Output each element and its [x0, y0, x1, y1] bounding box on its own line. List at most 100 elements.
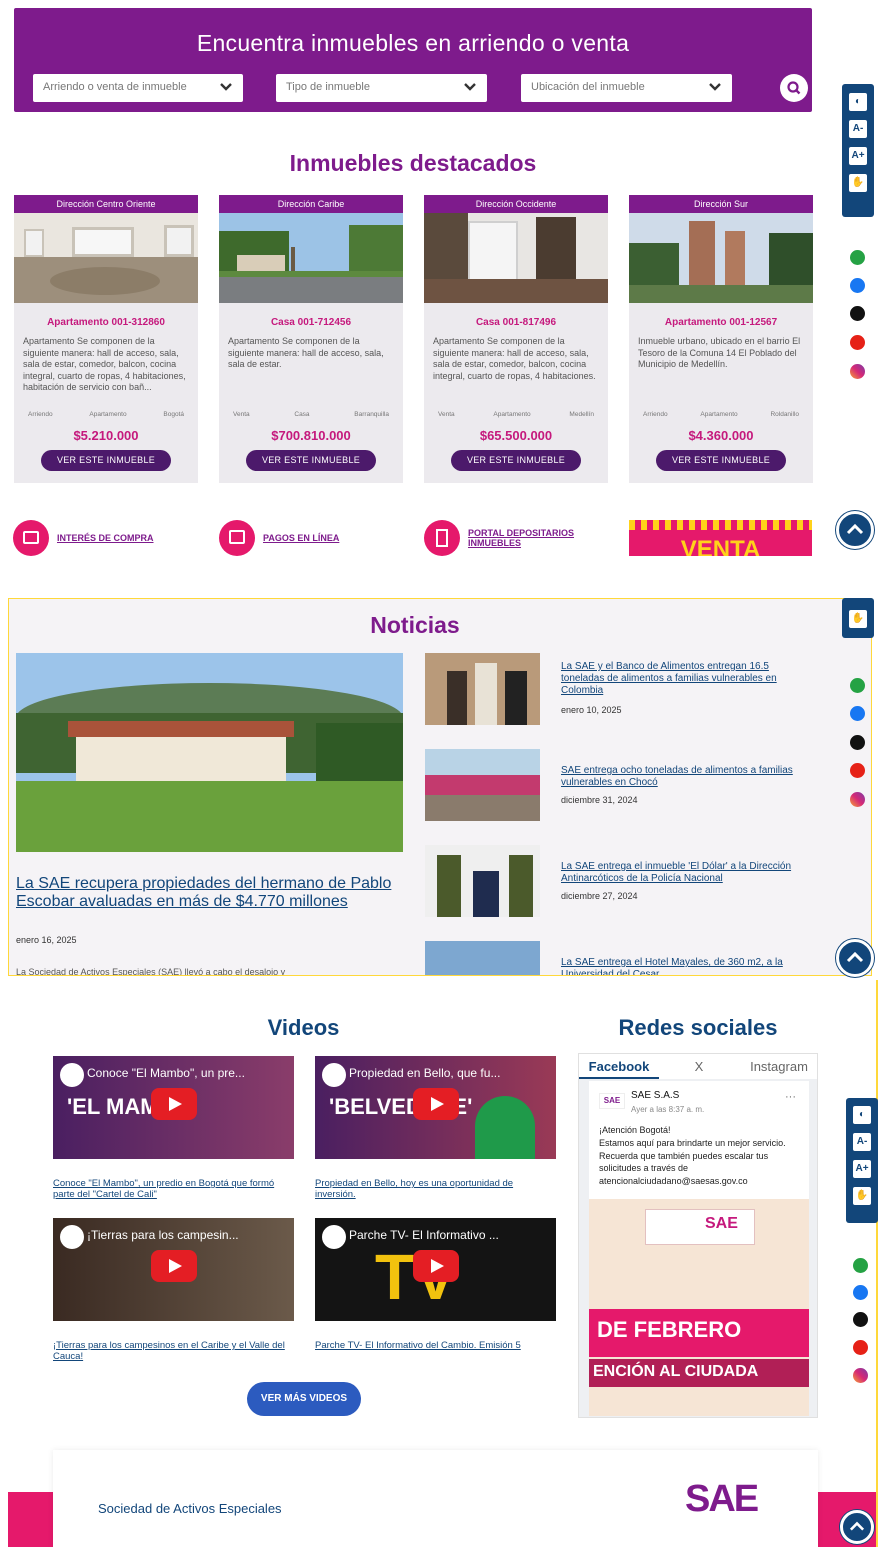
videos-title: Videos	[267, 1015, 340, 1040]
card-direction: Dirección Centro Oriente	[14, 195, 198, 213]
quicklink-portal[interactable]: PORTAL DEPOSITARIOS INMUEBLES	[424, 520, 588, 556]
tab-x[interactable]: X	[659, 1054, 739, 1079]
view-property-button[interactable]: VER ESTE INMUEBLE	[41, 450, 171, 471]
chevron-up-icon	[846, 951, 864, 963]
property-photo	[629, 213, 813, 303]
facebook-icon[interactable]	[850, 706, 865, 721]
news-thumb[interactable]	[425, 941, 540, 975]
card-title: Apartamento 001-312860	[47, 317, 165, 328]
card-direction: Dirección Caribe	[219, 195, 403, 213]
sale-banner[interactable]: VENTA	[629, 520, 812, 556]
property-card: Dirección Sur Apartamento 001-12567 Inmu…	[629, 195, 813, 483]
chevron-up-icon	[846, 523, 864, 535]
video-link[interactable]: Conoce "El Mambo", un predio en Bogotá q…	[53, 1178, 293, 1200]
tab-facebook[interactable]: Facebook	[579, 1054, 659, 1079]
video-thumbnail[interactable]: ¡Tierras para los campesin...	[53, 1218, 294, 1321]
building-icon	[424, 520, 460, 556]
view-property-button[interactable]: VER ESTE INMUEBLE	[656, 450, 786, 471]
news-thumb[interactable]	[425, 653, 540, 725]
card-price: $65.500.000	[479, 428, 553, 443]
whatsapp-icon[interactable]	[853, 1258, 868, 1273]
divider	[876, 980, 878, 1547]
main-news-link[interactable]: La SAE recupera propiedades del hermano …	[16, 875, 401, 911]
more-options-icon[interactable]: ···	[785, 1091, 796, 1103]
card-tags: Venta Apartamento Medellín	[438, 411, 594, 418]
news-thumb[interactable]	[425, 749, 540, 821]
facebook-icon[interactable]	[853, 1285, 868, 1300]
view-property-button[interactable]: VER ESTE INMUEBLE	[246, 450, 376, 471]
news-thumb[interactable]	[425, 845, 540, 917]
scroll-top-button[interactable]	[840, 1510, 874, 1544]
accessibility-toolbar: ◐ A- A+ ✋	[842, 84, 874, 217]
font-increase-button[interactable]: A+	[849, 147, 867, 165]
contrast-button[interactable]: ◐	[853, 1106, 871, 1124]
scroll-top-button[interactable]	[836, 939, 874, 977]
instagram-icon[interactable]	[850, 364, 865, 379]
main-news-photo[interactable]	[16, 653, 403, 852]
video-link[interactable]: Propiedad en Bello, hoy es una oportunid…	[315, 1178, 555, 1200]
card-price: $700.810.000	[271, 428, 351, 443]
instagram-icon[interactable]	[850, 792, 865, 807]
instagram-icon[interactable]	[853, 1368, 868, 1383]
news-date: diciembre 31, 2024	[561, 795, 638, 805]
card-description: Apartamento Se componen de la siguiente …	[433, 336, 596, 381]
featured-title: Inmuebles destacados	[289, 150, 537, 176]
facebook-post: SAE SAE S.A.S Ayer a las 8:37 a. m. ··· …	[589, 1081, 809, 1416]
search-button[interactable]	[780, 74, 808, 102]
x-icon[interactable]	[850, 306, 865, 321]
social-tabs: Facebook X Instagram	[579, 1054, 817, 1079]
post-text: Estamos aquí para brindarte un mejor ser…	[599, 1138, 786, 1186]
location-select[interactable]: Ubicación del inmueble	[521, 74, 732, 102]
card-direction: Dirección Sur	[629, 195, 813, 213]
main-news-excerpt: La Sociedad de Activos Especiales (SAE) …	[16, 967, 286, 976]
font-decrease-button[interactable]: A-	[849, 120, 867, 138]
quicklink-pagos[interactable]: PAGOS EN LÍNEA	[219, 520, 339, 556]
youtube-icon[interactable]	[850, 335, 865, 350]
sign-language-button[interactable]: ✋	[853, 1187, 871, 1205]
sign-language-button[interactable]: ✋	[849, 174, 867, 192]
property-photo	[14, 213, 198, 303]
sign-language-button[interactable]: ✋	[849, 610, 867, 628]
contrast-button[interactable]: ◐	[849, 93, 867, 111]
chevron-up-icon	[849, 1521, 865, 1531]
news-link[interactable]: La SAE y el Banco de Alimentos entregan …	[561, 661, 811, 697]
font-increase-button[interactable]: A+	[853, 1160, 871, 1178]
x-icon[interactable]	[850, 735, 865, 750]
news-title: Noticias	[370, 612, 460, 638]
quicklink-interes[interactable]: INTERÉS DE COMPRA	[13, 520, 154, 556]
news-date: diciembre 27, 2024	[561, 891, 638, 901]
news-section: Noticias La SAE recupera propiedades del…	[8, 598, 872, 976]
news-link[interactable]: La SAE entrega el Hotel Mayales, de 360 …	[561, 957, 819, 975]
chevron-down-icon	[709, 83, 721, 91]
video-thumbnail[interactable]: Parche TV- El Informativo ... TV	[315, 1218, 556, 1321]
youtube-icon[interactable]	[853, 1340, 868, 1355]
card-description: Apartamento Se componen de la siguiente …	[23, 336, 186, 392]
accessibility-toolbar: ◐ A- A+ ✋	[846, 1098, 878, 1223]
video-link[interactable]: ¡Tierras para los campesinos en el Carib…	[53, 1340, 293, 1362]
youtube-icon[interactable]	[850, 763, 865, 778]
whatsapp-icon[interactable]	[850, 678, 865, 693]
more-videos-button[interactable]: VER MÁS VIDEOS	[247, 1382, 361, 1416]
video-thumbnail[interactable]: Conoce "El Mambo", un pre... 'EL MAMBO'	[53, 1056, 294, 1159]
video-link[interactable]: Parche TV- El Informativo del Cambio. Em…	[315, 1340, 555, 1351]
post-time: Ayer a las 8:37 a. m.	[631, 1105, 705, 1114]
whatsapp-icon[interactable]	[850, 250, 865, 265]
property-photo	[219, 213, 403, 303]
view-property-button[interactable]: VER ESTE INMUEBLE	[451, 450, 581, 471]
tab-instagram[interactable]: Instagram	[739, 1054, 817, 1079]
facebook-icon[interactable]	[850, 278, 865, 293]
x-icon[interactable]	[853, 1312, 868, 1327]
main-news-date: enero 16, 2025	[16, 935, 77, 945]
news-date: enero 10, 2025	[561, 705, 622, 715]
operation-select[interactable]: Arriendo o venta de inmueble	[33, 74, 243, 102]
video-thumbnail[interactable]: Propiedad en Bello, que fu... 'BELVEDERE…	[315, 1056, 556, 1159]
scroll-top-button[interactable]	[836, 511, 874, 549]
type-select[interactable]: Tipo de inmueble	[276, 74, 487, 102]
news-link[interactable]: La SAE entrega el inmueble 'El Dólar' a …	[561, 861, 811, 885]
chevron-down-icon	[464, 83, 476, 91]
news-link[interactable]: SAE entrega ocho toneladas de alimentos …	[561, 765, 801, 789]
org-name: Sociedad de Activos Especiales	[98, 1501, 282, 1516]
sae-logo: SAE	[685, 1478, 759, 1520]
font-decrease-button[interactable]: A-	[853, 1133, 871, 1151]
property-photo	[424, 213, 608, 303]
